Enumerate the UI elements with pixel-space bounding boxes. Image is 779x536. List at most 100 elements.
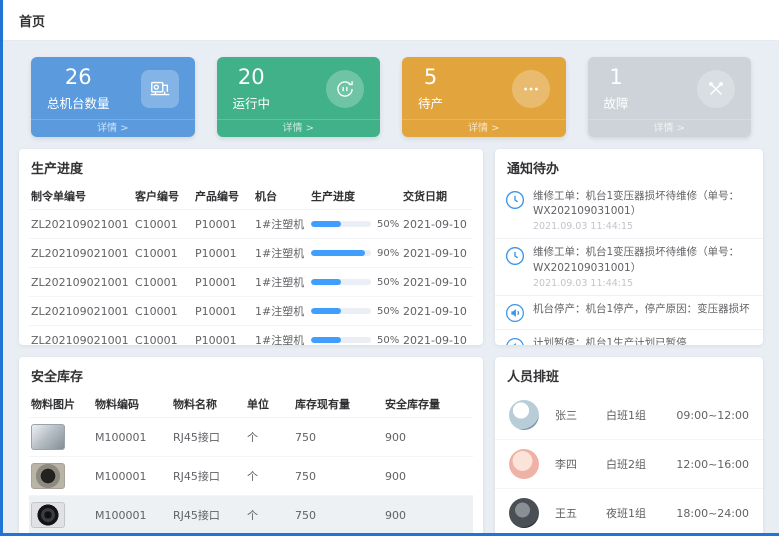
detail-link[interactable]: 详情 > bbox=[217, 119, 381, 137]
stat-value: 20 bbox=[233, 65, 271, 90]
notification-text: 计划暂停：机台1生产计划已暂停 bbox=[533, 336, 687, 345]
customer-no-cell: C10001 bbox=[133, 297, 193, 326]
personnel-schedule-panel: 人员排班 张三 白班1组 09:00~12:00 李四 白班2组 12:00~1… bbox=[495, 357, 763, 535]
material-image-cell bbox=[29, 496, 93, 535]
progress-bar: 50% bbox=[311, 219, 399, 230]
panel-title: 通知待办 bbox=[495, 149, 763, 183]
table-row: ZL202109021001 C10001 P10001 1#注塑机 50% 2… bbox=[29, 268, 473, 297]
panel-title: 人员排班 bbox=[495, 357, 763, 391]
col-material-code: 物料编码 bbox=[93, 391, 171, 418]
lisi-avatar bbox=[509, 449, 539, 479]
machine-cell: 1#注塑机 bbox=[253, 239, 309, 268]
stock-qty-cell: 750 bbox=[293, 418, 383, 457]
stat-cards-row: 26 总机台数量 详情 > 20 运行中 bbox=[3, 41, 779, 149]
round-connector-photo bbox=[31, 463, 65, 489]
stat-card-waiting[interactable]: 5 待产 详情 > bbox=[402, 57, 566, 137]
product-no-cell: P10001 bbox=[193, 268, 253, 297]
progress-bar: 50% bbox=[311, 335, 399, 346]
progress-percent: 50% bbox=[377, 277, 399, 288]
stat-value: 26 bbox=[47, 65, 110, 90]
col-safety-qty: 安全库存量 bbox=[383, 391, 473, 418]
order-no-cell: ZL202109021001 bbox=[29, 239, 133, 268]
col-machine: 机台 bbox=[253, 183, 309, 210]
customer-no-cell: C10001 bbox=[133, 239, 193, 268]
tools-icon bbox=[697, 70, 735, 108]
table-row: M100001 RJ45接口 个 750 900 bbox=[29, 496, 473, 535]
progress-percent: 50% bbox=[377, 306, 399, 317]
stat-card-fault[interactable]: 1 故障 详情 > bbox=[588, 57, 752, 137]
safety-stock-panel: 安全库存 物料图片 物料编码 物料名称 单位 库存现有量 安全库存量 bbox=[19, 357, 483, 535]
notification-item[interactable]: 机台停产：机台1停产，停产原因：变压器损坏 bbox=[495, 296, 763, 330]
notification-text: 机台停产：机台1停产，停产原因：变压器损坏 bbox=[533, 302, 750, 317]
stat-card-running[interactable]: 20 运行中 详情 > bbox=[217, 57, 381, 137]
notification-text: 维修工单：机台1变压器损坏待维修（单号：WX202109031001） bbox=[533, 245, 753, 275]
unit-cell: 个 bbox=[245, 418, 293, 457]
schedule-row: 李四 白班2组 12:00~16:00 bbox=[495, 440, 763, 489]
notification-item[interactable]: 维修工单：机台1变压器损坏待维修（单号：WX202109031001） 2021… bbox=[495, 239, 763, 295]
table-row: M100001 RJ45接口 个 750 900 bbox=[29, 457, 473, 496]
product-no-cell: P10001 bbox=[193, 326, 253, 346]
product-no-cell: P10001 bbox=[193, 210, 253, 239]
production-progress-panel: 生产进度 制令单编号 客户编号 产品编号 机台 生产进度 交货日期 ZL2021 bbox=[19, 149, 483, 345]
material-name-cell: RJ45接口 bbox=[171, 457, 245, 496]
machine-cell: 1#注塑机 bbox=[253, 297, 309, 326]
progress-cell: 50% bbox=[309, 268, 401, 297]
col-customer-no: 客户编号 bbox=[133, 183, 193, 210]
schedule-row: 王五 夜班1组 18:00~24:00 bbox=[495, 489, 763, 535]
panel-title: 生产进度 bbox=[19, 149, 483, 183]
person-name: 王五 bbox=[555, 505, 606, 521]
material-code-cell: M100001 bbox=[93, 496, 171, 535]
order-no-cell: ZL202109021001 bbox=[29, 297, 133, 326]
safety-qty-cell: 900 bbox=[383, 418, 473, 457]
rj45-connector-photo bbox=[31, 424, 65, 450]
material-name-cell: RJ45接口 bbox=[171, 418, 245, 457]
detail-link[interactable]: 详情 > bbox=[31, 119, 195, 137]
clock-icon bbox=[505, 190, 525, 210]
progress-bar: 90% bbox=[311, 248, 399, 259]
order-no-cell: ZL202109021001 bbox=[29, 210, 133, 239]
zhangsan-avatar bbox=[509, 400, 539, 430]
table-row: ZL202109021001 C10001 P10001 1#注塑机 50% 2… bbox=[29, 210, 473, 239]
stock-qty-cell: 750 bbox=[293, 457, 383, 496]
customer-no-cell: C10001 bbox=[133, 210, 193, 239]
delivery-date-cell: 2021-09-10 bbox=[401, 210, 473, 239]
product-no-cell: P10001 bbox=[193, 239, 253, 268]
speaker-photo bbox=[31, 502, 65, 528]
notification-text: 维修工单：机台1变压器损坏待维修（单号：WX202109031001） bbox=[533, 189, 753, 219]
person-shift: 白班1组 bbox=[606, 407, 676, 423]
order-no-cell: ZL202109021001 bbox=[29, 326, 133, 346]
stat-label: 故障 bbox=[604, 93, 629, 112]
notification-time: 2021.09.03 11:44:15 bbox=[533, 221, 753, 232]
material-name-cell: RJ45接口 bbox=[171, 496, 245, 535]
panel-title: 安全库存 bbox=[19, 357, 483, 391]
detail-link[interactable]: 详情 > bbox=[588, 119, 752, 137]
tab-home[interactable]: 首页 bbox=[19, 11, 45, 30]
safety-qty-cell: 900 bbox=[383, 457, 473, 496]
person-time: 12:00~16:00 bbox=[676, 458, 749, 471]
top-bar: 首页 bbox=[3, 0, 779, 41]
col-unit: 单位 bbox=[245, 391, 293, 418]
detail-link[interactable]: 详情 > bbox=[402, 119, 566, 137]
ellipsis-icon bbox=[512, 70, 550, 108]
machine-cell: 1#注塑机 bbox=[253, 210, 309, 239]
unit-cell: 个 bbox=[245, 496, 293, 535]
notification-item[interactable]: 计划暂停：机台1生产计划已暂停 2021.09.03 11:44:15 bbox=[495, 330, 763, 345]
machine-cell: 1#注塑机 bbox=[253, 326, 309, 346]
table-row: ZL202109021001 C10001 P10001 1#注塑机 50% 2… bbox=[29, 297, 473, 326]
progress-cell: 90% bbox=[309, 239, 401, 268]
person-name: 张三 bbox=[555, 407, 606, 423]
stock-qty-cell: 750 bbox=[293, 496, 383, 535]
table-header-row: 物料图片 物料编码 物料名称 单位 库存现有量 安全库存量 bbox=[29, 391, 473, 418]
stat-label: 待产 bbox=[418, 93, 443, 112]
notification-item[interactable]: 维修工单：机台1变压器损坏待维修（单号：WX202109031001） 2021… bbox=[495, 183, 763, 239]
stat-label: 运行中 bbox=[233, 93, 271, 112]
person-shift: 夜班1组 bbox=[606, 505, 676, 521]
col-material-name: 物料名称 bbox=[171, 391, 245, 418]
progress-percent: 50% bbox=[377, 335, 399, 346]
person-shift: 白班2组 bbox=[606, 456, 676, 472]
stat-label: 总机台数量 bbox=[47, 93, 110, 112]
person-name: 李四 bbox=[555, 456, 606, 472]
dashboard-screen: 首页 26 总机台数量 详情 > 20 bbox=[0, 0, 779, 536]
material-image-cell bbox=[29, 418, 93, 457]
stat-card-total-machines[interactable]: 26 总机台数量 详情 > bbox=[31, 57, 195, 137]
